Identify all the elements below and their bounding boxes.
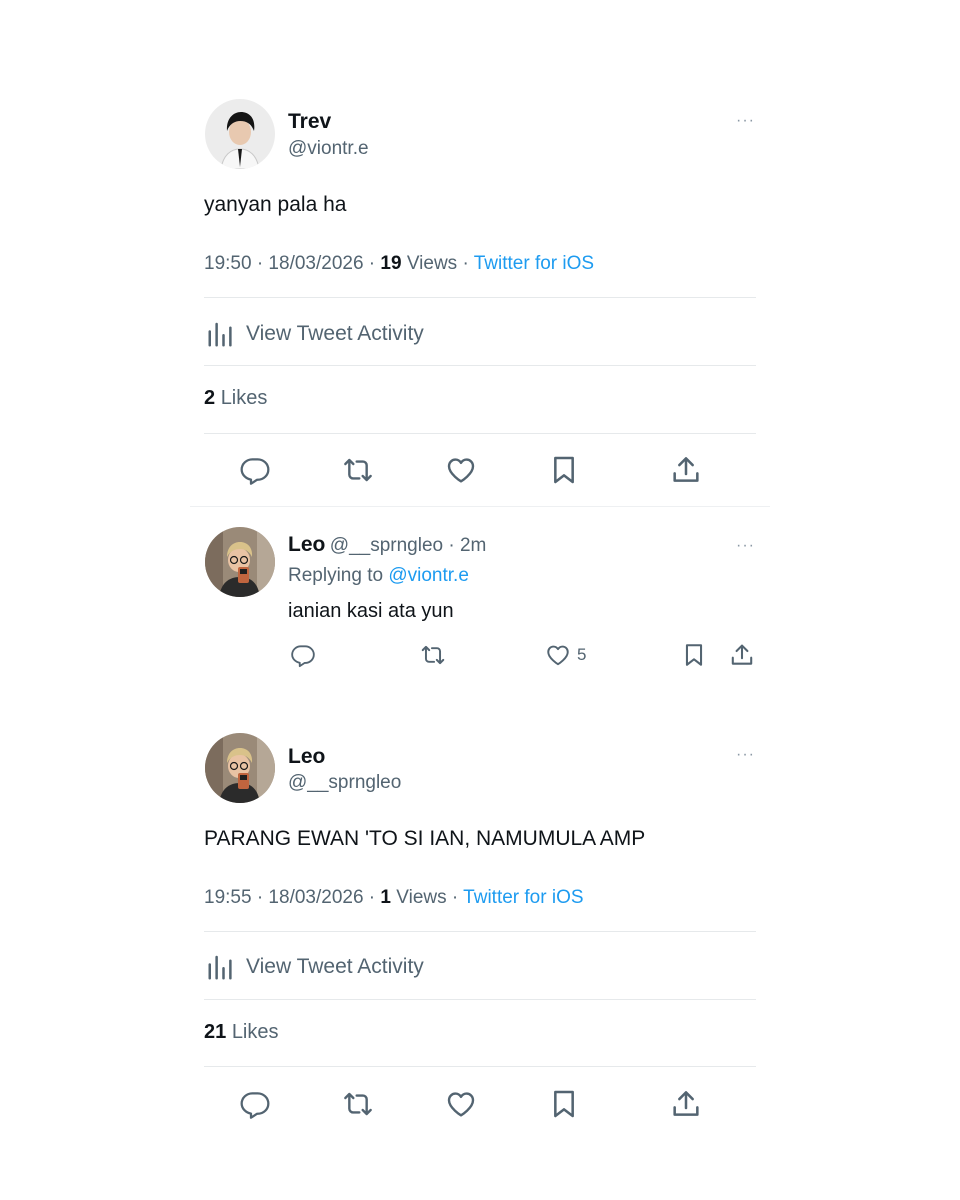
view-tweet-activity-button[interactable]: View Tweet Activity (206, 952, 424, 982)
likes-label: Likes (220, 387, 268, 409)
reply-button[interactable] (283, 635, 323, 675)
share-icon (729, 642, 755, 668)
views-label: Views (396, 887, 447, 908)
reply-icon (290, 642, 316, 668)
divider (204, 931, 756, 932)
likes-stat[interactable]: 21 Likes (204, 1021, 279, 1044)
share-button[interactable] (722, 635, 762, 675)
tweet-card-trev: Trev @viontr.e ··· yanyan pala ha 19:50 … (190, 62, 770, 506)
tweet-meta: 19:55 · 18/03/2026 · 1 Views · Twitter f… (204, 887, 584, 909)
retweet-button[interactable] (413, 635, 453, 675)
retweet-button[interactable] (338, 1084, 378, 1124)
like-icon (445, 1088, 477, 1120)
views-count: 1 (380, 887, 391, 908)
reply-button[interactable] (235, 450, 275, 490)
avatar[interactable] (205, 733, 275, 803)
user-handle[interactable]: @__sprngleo (330, 535, 443, 556)
reply-icon (239, 454, 271, 486)
tweet-text: yanyan pala ha (204, 193, 347, 216)
user-handle[interactable]: @__sprngleo (288, 772, 401, 794)
divider (204, 365, 756, 366)
analytics-icon (206, 319, 236, 349)
meta-separator: · (457, 253, 474, 274)
likes-stat[interactable]: 2 Likes (204, 387, 267, 410)
replying-mention-link[interactable]: @viontr.e (388, 565, 469, 586)
meta-separator: · (446, 887, 464, 908)
more-icon[interactable]: ··· (736, 746, 755, 764)
views-count: 19 (380, 253, 402, 274)
tweet-card-leo: Leo @__sprngleo ··· PARANG EWAN 'TO SI I… (190, 700, 770, 1136)
like-button[interactable]: 5 (545, 635, 605, 675)
retweet-icon (342, 1088, 374, 1120)
view-tweet-activity-button[interactable]: View Tweet Activity (206, 319, 424, 349)
bookmark-button[interactable] (544, 1084, 584, 1124)
more-icon[interactable]: ··· (736, 112, 755, 130)
replying-to: Replying to @viontr.e (288, 565, 469, 587)
bookmark-button[interactable] (674, 635, 714, 675)
retweet-icon (342, 454, 374, 486)
divider (204, 1066, 756, 1067)
reply-icon (239, 1088, 271, 1120)
tweet-timestamp[interactable]: 19:55 · 18/03/2026 · (204, 887, 380, 908)
retweet-button[interactable] (338, 450, 378, 490)
tweet-meta: 19:50 · 18/03/2026 · 19 Views · Twitter … (204, 253, 594, 275)
divider (204, 297, 756, 298)
tweet-source-link[interactable]: Twitter for iOS (463, 887, 583, 908)
tweet-timestamp[interactable]: 19:50 · 18/03/2026 · (204, 253, 380, 274)
display-name[interactable]: Trev (288, 110, 331, 134)
likes-count: 2 (204, 387, 216, 409)
divider (204, 999, 756, 1000)
views-label: Views (406, 253, 458, 274)
share-icon (670, 454, 702, 486)
analytics-icon (206, 952, 236, 982)
avatar[interactable] (205, 527, 275, 597)
tweet-text: PARANG EWAN 'TO SI IAN, NAMUMULA AMP (204, 827, 646, 850)
like-count: 5 (577, 645, 587, 664)
bookmark-button[interactable] (544, 450, 584, 490)
share-button[interactable] (666, 1084, 706, 1124)
tweet-source-link[interactable]: Twitter for iOS (474, 253, 594, 274)
like-button[interactable] (441, 1084, 481, 1124)
like-icon (545, 642, 571, 668)
bookmark-icon (548, 454, 580, 486)
like-icon (445, 454, 477, 486)
tweet-text: ianian kasi ata yun (288, 600, 454, 622)
like-button[interactable] (441, 450, 481, 490)
likes-label: Likes (231, 1021, 279, 1043)
likes-count: 21 (204, 1021, 227, 1043)
reply-age: · 2m (443, 535, 487, 556)
activity-label: View Tweet Activity (246, 955, 424, 978)
display-name[interactable]: Leo (288, 745, 325, 769)
more-icon[interactable]: ··· (736, 537, 755, 555)
bookmark-icon (548, 1088, 580, 1120)
divider (204, 433, 756, 434)
avatar[interactable] (205, 99, 275, 169)
user-handle[interactable]: @viontr.e (288, 138, 369, 160)
bookmark-icon (681, 642, 707, 668)
reply-header: Leo @__sprngleo · 2m (288, 533, 486, 557)
reply-tweet-card[interactable]: Leo @__sprngleo · 2m ··· Replying to @vi… (190, 506, 770, 684)
replying-label: Replying to (288, 565, 389, 586)
display-name[interactable]: Leo (288, 533, 325, 556)
activity-label: View Tweet Activity (246, 322, 424, 345)
share-icon (670, 1088, 702, 1120)
reply-button[interactable] (235, 1084, 275, 1124)
share-button[interactable] (666, 450, 706, 490)
retweet-icon (420, 642, 446, 668)
